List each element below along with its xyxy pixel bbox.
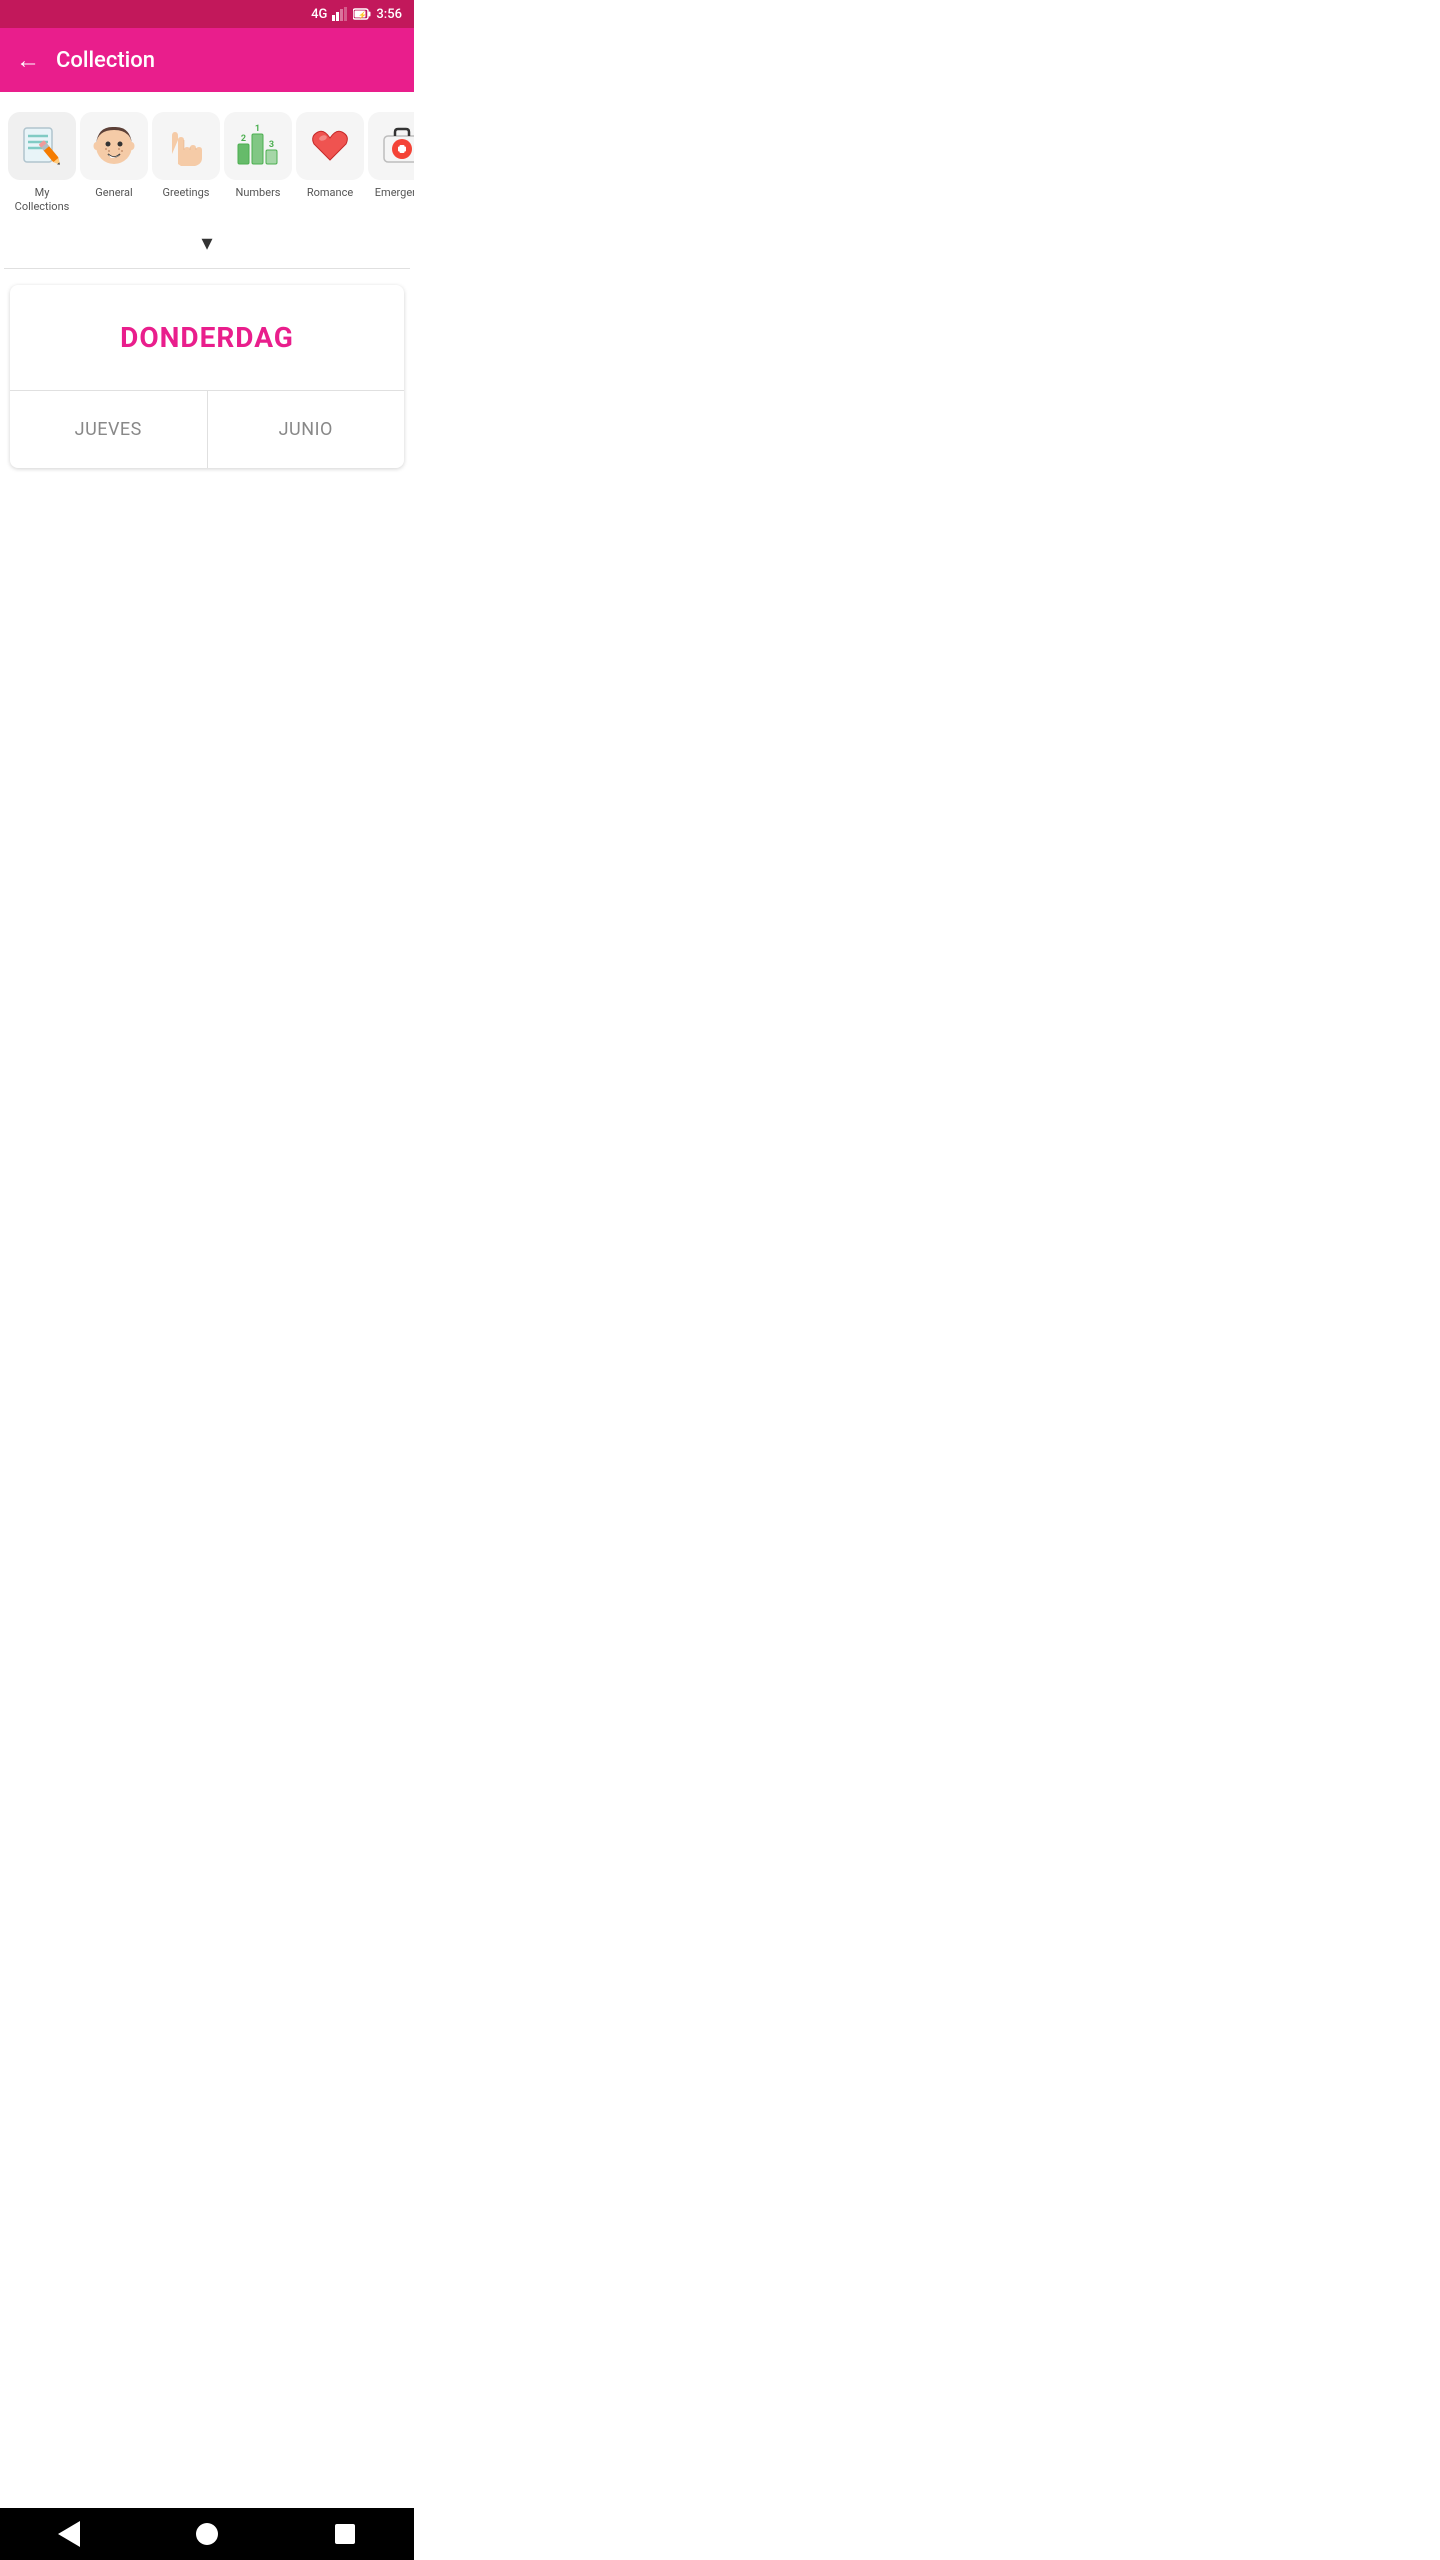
recent-nav-button[interactable] [323, 2512, 367, 2556]
recent-nav-icon [335, 2524, 355, 2544]
translation-2[interactable]: JUNIO [208, 391, 405, 468]
card-main-word-section: DONDERDAG [10, 285, 404, 391]
section-divider [4, 268, 410, 269]
general-label: General [95, 186, 132, 200]
svg-text:3: 3 [269, 140, 274, 150]
svg-text:⚡: ⚡ [358, 11, 367, 20]
notebook-icon [18, 122, 66, 170]
translation-1-text: JUEVES [75, 419, 142, 440]
word-card: DONDERDAG JUEVES JUNIO [10, 285, 404, 468]
home-nav-icon [196, 2523, 218, 2545]
my-collections-label: My Collections [8, 186, 76, 215]
page-title: Collection [56, 48, 155, 73]
translation-2-text: JUNIO [279, 419, 333, 440]
back-nav-button[interactable] [47, 2512, 91, 2556]
emergency-icon-wrapper [368, 112, 414, 180]
heart-icon [306, 122, 354, 170]
greetings-label: Greetings [163, 186, 210, 200]
translation-1[interactable]: JUEVES [10, 391, 208, 468]
category-numbers[interactable]: 2 1 3 Numbers [224, 112, 292, 200]
hand-icon [162, 122, 210, 170]
svg-text:1: 1 [255, 124, 260, 134]
clock: 3:56 [376, 7, 402, 22]
bottom-nav-bar [0, 2508, 414, 2560]
card-translations-section: JUEVES JUNIO [10, 391, 404, 468]
category-general[interactable]: General [80, 112, 148, 200]
category-greetings[interactable]: Greetings [152, 112, 220, 200]
category-romance[interactable]: Romance [296, 112, 364, 200]
medkit-icon [378, 122, 414, 170]
my-collections-icon-wrapper [8, 112, 76, 180]
general-icon-wrapper [80, 112, 148, 180]
main-word: DONDERDAG [120, 321, 294, 354]
battery-icon: ⚡ [353, 8, 371, 20]
back-nav-icon [58, 2521, 80, 2547]
greetings-icon-wrapper [152, 112, 220, 180]
status-bar: 4G ⚡ 3:56 [0, 0, 414, 28]
home-nav-button[interactable] [185, 2512, 229, 2556]
app-bar: ← Collection [0, 28, 414, 92]
face-icon [90, 122, 138, 170]
numbers-label: Numbers [236, 186, 281, 200]
numbers-icon-wrapper: 2 1 3 [224, 112, 292, 180]
romance-label: Romance [307, 186, 353, 200]
emergency-label: Emergency [375, 186, 414, 200]
expand-chevron-icon[interactable]: ▾ [201, 231, 212, 256]
romance-icon-wrapper [296, 112, 364, 180]
signal-indicator: 4G [311, 7, 327, 22]
svg-text:2: 2 [241, 134, 246, 144]
category-emergency[interactable]: Emergency [368, 112, 414, 200]
category-my-collections[interactable]: My Collections [8, 112, 76, 215]
expand-chevron-row[interactable]: ▾ [0, 223, 414, 268]
numbers-icon: 2 1 3 [234, 122, 282, 170]
back-button[interactable]: ← [16, 46, 40, 75]
status-icons: 4G ⚡ 3:56 [311, 7, 402, 22]
signal-bars-icon [332, 7, 348, 21]
category-row: My Collections [0, 92, 414, 223]
